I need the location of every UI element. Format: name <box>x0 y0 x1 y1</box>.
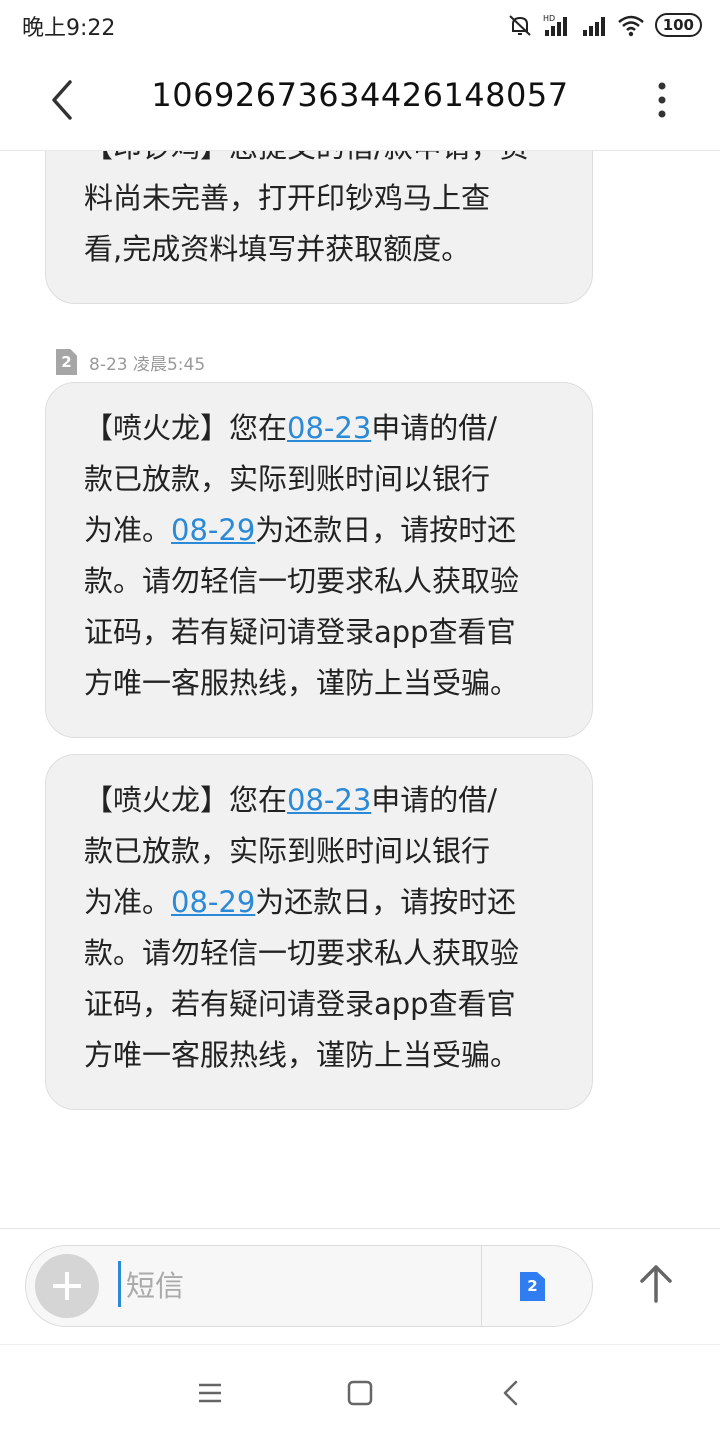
menu-icon <box>199 1383 221 1403</box>
nav-back-button[interactable] <box>494 1375 530 1411</box>
message-line: 方唯一客服热线，谨防上当受骗。 <box>84 1038 520 1072</box>
compose-bar: 2 <box>0 1228 720 1345</box>
menu-button[interactable] <box>192 1375 228 1411</box>
message-meta: 2 8-23 凌晨5:45 <box>56 347 205 377</box>
battery-icon: 100 <box>654 13 702 37</box>
home-button[interactable] <box>342 1375 378 1411</box>
home-square-icon <box>347 1380 373 1406</box>
status-time: 晚上9:22 <box>22 16 116 41</box>
message-line: 料尚未完善，打开印钞鸡马上查 <box>84 181 491 215</box>
signal-icon <box>581 13 607 37</box>
message-text: 【喷火龙】您在 <box>84 411 288 445</box>
message-text: 申请的借/ <box>371 783 498 817</box>
message-line: 证码，若有疑问请登录app查看官 <box>84 615 516 649</box>
date-link[interactable]: 08-23 <box>287 411 371 445</box>
message-line: 【喷火龙】您在08-23申请的借/ <box>84 403 554 454</box>
message-line: 【印钞鸡】您提交的借/款申请，资 <box>84 151 554 173</box>
divider <box>481 1246 482 1326</box>
back-arrow-icon <box>52 80 72 120</box>
message-bubble[interactable]: 【喷火龙】您在08-23申请的借/ 款已放款，实际到账时间以银行 为准。08-2… <box>45 754 593 1110</box>
svg-text:HD: HD <box>543 14 555 23</box>
message-bubble[interactable]: 【喷火龙】您在08-23申请的借/ 款已放款，实际到账时间以银行 为准。08-2… <box>45 382 593 738</box>
back-chevron-icon <box>503 1380 518 1406</box>
hd-signal-icon: HD <box>543 13 571 37</box>
status-icons: HD 100 <box>507 9 702 41</box>
more-vertical-icon <box>658 82 666 118</box>
navigation-bar <box>0 1344 720 1441</box>
wifi-icon <box>617 13 645 37</box>
compose-field: 2 <box>25 1245 593 1327</box>
more-options-button[interactable] <box>652 80 672 120</box>
message-text: 【喷火龙】您在 <box>84 783 288 817</box>
message-line: 看,完成资料填写并获取额度。 <box>84 232 471 266</box>
message-text: 为准。 <box>84 513 172 547</box>
sim-card-icon: 2 <box>56 349 77 375</box>
message-line: 款。请勿轻信一切要求私人获取验 <box>84 936 520 970</box>
message-line: 方唯一客服热线，谨防上当受骗。 <box>84 666 520 700</box>
conversation-title: 1069267363442614805​7 <box>151 76 569 114</box>
message-line: 【喷火龙】您在08-23申请的借/ <box>84 775 554 826</box>
message-line: 款。请勿轻信一切要求私人获取验 <box>84 564 520 598</box>
message-text: 为还款日，请按时还 <box>255 885 517 919</box>
back-button[interactable] <box>44 78 84 122</box>
date-link[interactable]: 08-23 <box>287 783 371 817</box>
message-line: 为准。08-29为还款日，请按时还 <box>84 505 554 556</box>
message-text: 为还款日，请按时还 <box>255 513 517 547</box>
message-line: 证码，若有疑问请登录app查看官 <box>84 987 516 1021</box>
status-bar: 晚上9:22 HD 100 <box>0 0 720 50</box>
message-list[interactable]: 【印钞鸡】您提交的借/款申请，资 料尚未完善，打开印钞鸡马上查 看,完成资料填写… <box>0 151 720 1228</box>
message-text: 为准。 <box>84 885 172 919</box>
message-line: 为准。08-29为还款日，请按时还 <box>84 877 554 928</box>
sim-select-button[interactable]: 2 <box>520 1272 545 1301</box>
message-line: 款已放款，实际到账时间以银行 <box>84 834 491 868</box>
arrow-up-icon <box>640 1265 672 1303</box>
message-text: 申请的借/ <box>371 411 498 445</box>
message-bubble[interactable]: 【印钞鸡】您提交的借/款申请，资 料尚未完善，打开印钞鸡马上查 看,完成资料填写… <box>45 151 593 304</box>
mute-icon <box>507 12 533 38</box>
add-attachment-button[interactable] <box>35 1254 99 1318</box>
message-line: 款已放款，实际到账时间以银行 <box>84 462 491 496</box>
date-link[interactable]: 08-29 <box>171 885 255 919</box>
message-input[interactable] <box>124 1260 468 1312</box>
title-bar: 1069267363442614805​7 <box>0 50 720 151</box>
message-timestamp: 8-23 凌晨5:45 <box>89 354 206 375</box>
text-cursor <box>118 1261 121 1307</box>
send-button[interactable] <box>634 1261 678 1305</box>
date-link[interactable]: 08-29 <box>171 513 255 547</box>
